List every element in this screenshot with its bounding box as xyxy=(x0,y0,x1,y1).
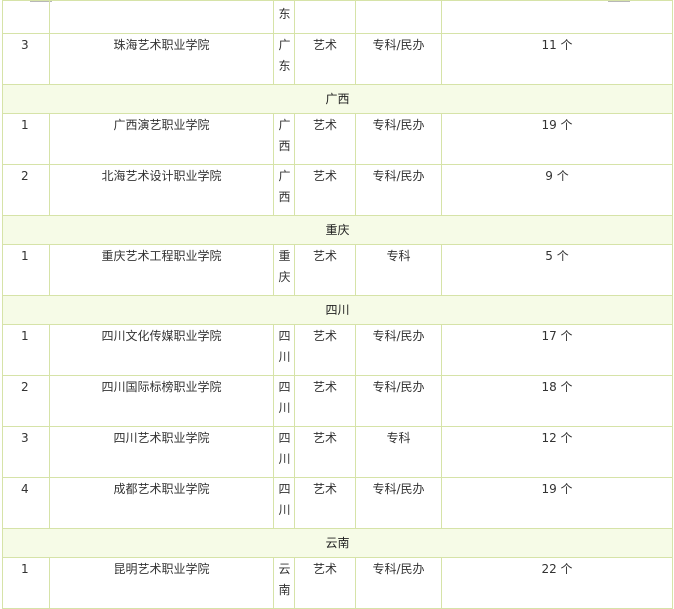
level-cell: 专科/民办 xyxy=(355,477,442,529)
index-cell: 1 xyxy=(2,557,50,609)
school-name-cell: 四川国际标榜职业学院 xyxy=(49,375,274,427)
province-text: 四川 xyxy=(278,482,291,517)
school-name-cell: 北海艺术设计职业学院 xyxy=(49,164,274,216)
type-cell: 艺术 xyxy=(294,426,356,478)
school-name-cell: 珠海艺术职业学院 xyxy=(49,33,274,85)
province-header-row: 云南 xyxy=(2,528,673,558)
art-college-table: 东 3 珠海艺术职业学院 广东 艺术 专科/民办 11 个广西 1 广西演艺职业学院 广西 艺术专… xyxy=(2,0,673,609)
type-cell: 艺术 xyxy=(294,113,356,165)
index-cell: 2 xyxy=(2,164,50,216)
province-text: 四川 xyxy=(278,431,291,466)
count-cell: 11 个 xyxy=(441,33,673,85)
table-row: 1 四川文化传媒职业学院 四川 艺术 专科/民办 17 个 xyxy=(2,324,673,376)
province-cell: 广西 xyxy=(273,164,295,216)
index-cell: 3 xyxy=(2,426,50,478)
province-cell: 四川 xyxy=(273,375,295,427)
count-cell: 18 个 xyxy=(441,375,673,427)
province-text: 东 xyxy=(278,7,291,21)
level-cell: 专科/民办 xyxy=(355,113,442,165)
type-cell: 艺术 xyxy=(294,324,356,376)
school-name-cell: 四川文化传媒职业学院 xyxy=(49,324,274,376)
type-cell: 艺术 xyxy=(294,557,356,609)
table-row: 1 重庆艺术工程职业学院 重庆 艺术 专科 5 个 xyxy=(2,244,673,296)
province-header: 云南 xyxy=(2,528,673,558)
index-cell xyxy=(2,0,50,34)
province-text: 四川 xyxy=(278,380,291,415)
province-header: 重庆 xyxy=(2,215,673,245)
level-cell: 专科/民办 xyxy=(355,33,442,85)
province-text: 广西 xyxy=(278,118,291,153)
count-cell: 17 个 xyxy=(441,324,673,376)
province-text: 广东 xyxy=(278,38,291,73)
level-cell: 专科/民办 xyxy=(355,164,442,216)
count-cell: 19 个 xyxy=(441,113,673,165)
province-cell: 重庆 xyxy=(273,244,295,296)
index-cell: 1 xyxy=(2,244,50,296)
table-row: 3 四川艺术职业学院 四川 艺术 专科 12 个 xyxy=(2,426,673,478)
table-row: 4 成都艺术职业学院 四川 艺术 专科/民办 19 个 xyxy=(2,477,673,529)
school-name-cell: 昆明艺术职业学院 xyxy=(49,557,274,609)
level-cell: 专科 xyxy=(355,244,442,296)
province-cell: 东 xyxy=(273,0,295,34)
index-cell: 1 xyxy=(2,113,50,165)
school-name-cell: 广西演艺职业学院 xyxy=(49,113,274,165)
school-name-cell: 四川艺术职业学院 xyxy=(49,426,274,478)
type-cell: 艺术 xyxy=(294,477,356,529)
count-cell: 5 个 xyxy=(441,244,673,296)
level-cell: 专科/民办 xyxy=(355,375,442,427)
type-cell: 艺术 xyxy=(294,244,356,296)
province-header-row: 广西 xyxy=(2,84,673,114)
province-cell: 云南 xyxy=(273,557,295,609)
province-header: 四川 xyxy=(2,295,673,325)
index-cell: 2 xyxy=(2,375,50,427)
level-cell: 专科/民办 xyxy=(355,324,442,376)
table-row: 1 广西演艺职业学院 广西 艺术 专科/民办 19 个 xyxy=(2,113,673,165)
index-cell: 3 xyxy=(2,33,50,85)
table-row-continuation: 东 xyxy=(2,0,673,34)
province-header: 广西 xyxy=(2,84,673,114)
province-text: 广西 xyxy=(278,169,291,204)
count-cell: 22 个 xyxy=(441,557,673,609)
table-row: 2 北海艺术设计职业学院 广西 艺术 专科/民办 9 个 xyxy=(2,164,673,216)
type-cell xyxy=(294,0,356,34)
province-cell: 广西 xyxy=(273,113,295,165)
type-cell: 艺术 xyxy=(294,375,356,427)
province-header-row: 四川 xyxy=(2,295,673,325)
level-cell: 专科 xyxy=(355,426,442,478)
province-cell: 四川 xyxy=(273,477,295,529)
school-name-cell xyxy=(49,0,274,34)
table-row: 2 四川国际标榜职业学院 四川 艺术 专科/民办 18 个 xyxy=(2,375,673,427)
level-cell xyxy=(355,0,442,34)
school-name-cell: 重庆艺术工程职业学院 xyxy=(49,244,274,296)
type-cell: 艺术 xyxy=(294,33,356,85)
index-cell: 4 xyxy=(2,477,50,529)
table-row: 3 珠海艺术职业学院 广东 艺术 专科/民办 11 个 xyxy=(2,33,673,85)
count-cell: 12 个 xyxy=(441,426,673,478)
index-cell: 1 xyxy=(2,324,50,376)
count-cell xyxy=(441,0,673,34)
table-row: 1 昆明艺术职业学院 云南 艺术 专科/民办 22 个 xyxy=(2,557,673,609)
province-cell: 四川 xyxy=(273,426,295,478)
province-text: 重庆 xyxy=(278,249,291,284)
school-name-cell: 成都艺术职业学院 xyxy=(49,477,274,529)
type-cell: 艺术 xyxy=(294,164,356,216)
province-cell: 四川 xyxy=(273,324,295,376)
province-cell: 广东 xyxy=(273,33,295,85)
province-text: 四川 xyxy=(278,329,291,364)
level-cell: 专科/民办 xyxy=(355,557,442,609)
count-cell: 19 个 xyxy=(441,477,673,529)
province-text: 云南 xyxy=(278,562,291,597)
count-cell: 9 个 xyxy=(441,164,673,216)
province-header-row: 重庆 xyxy=(2,215,673,245)
